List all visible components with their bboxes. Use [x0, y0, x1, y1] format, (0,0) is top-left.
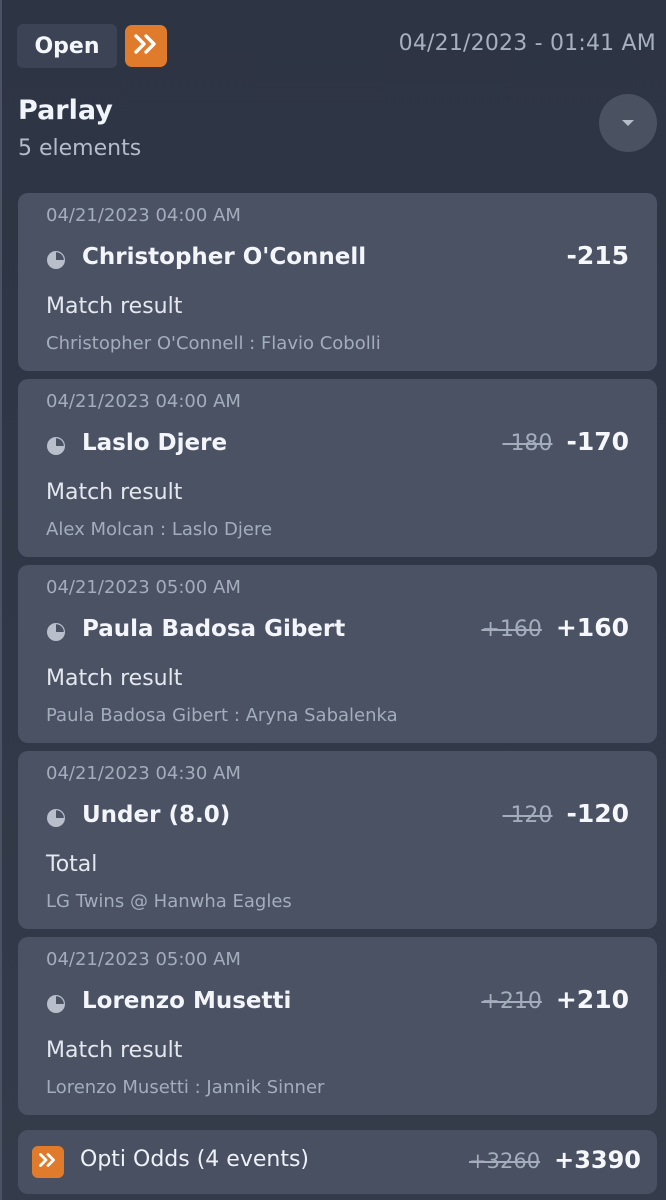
bet-market: Total — [46, 852, 98, 877]
clock-icon — [46, 808, 66, 828]
bet-time: 04/21/2023 05:00 AM — [46, 577, 241, 598]
bet-odds: -180 -170 — [503, 427, 630, 456]
collapse-button[interactable] — [599, 94, 657, 152]
double-chevron-right-icon — [133, 33, 159, 59]
clock-icon — [46, 622, 66, 642]
current-odds: -120 — [566, 799, 629, 828]
bet-card[interactable]: 04/21/2023 04:00 AM Laslo Djere -180 -17… — [18, 379, 657, 557]
bet-time: 04/21/2023 04:00 AM — [46, 391, 241, 412]
current-odds: +160 — [555, 613, 629, 642]
total-odds: +3260 +3390 — [469, 1146, 641, 1174]
bet-header: Open 04/21/2023 - 01:41 AM — [2, 0, 666, 92]
bet-slip-screen: Open 04/21/2023 - 01:41 AM Parlay 5 elem… — [0, 0, 666, 1200]
bet-market: Match result — [46, 666, 183, 691]
bet-time: 04/21/2023 04:30 AM — [46, 763, 241, 784]
bet-selection: Laslo Djere — [82, 430, 228, 456]
bet-time: 04/21/2023 05:00 AM — [46, 949, 241, 970]
bet-selection: Lorenzo Musetti — [82, 988, 292, 1014]
bet-card[interactable]: 04/21/2023 04:30 AM Under (8.0) -120 -12… — [18, 751, 657, 929]
bet-market: Match result — [46, 1038, 183, 1063]
bet-selection: Under (8.0) — [82, 802, 231, 828]
bet-odds: +210 +210 — [481, 985, 629, 1014]
boost-button[interactable] — [125, 25, 167, 67]
bet-selection: Paula Badosa Gibert — [82, 616, 346, 642]
previous-total-odds: +3260 — [469, 1149, 541, 1173]
parlay-title: Parlay — [18, 95, 113, 126]
bet-card[interactable]: 04/21/2023 05:00 AM Lorenzo Musetti +210… — [18, 937, 657, 1115]
bet-odds: -215 — [552, 241, 629, 270]
bet-event: Lorenzo Musetti : Jannik Sinner — [46, 1077, 325, 1098]
opti-odds-summary[interactable]: Opti Odds (4 events) +3260 +3390 — [18, 1130, 657, 1194]
previous-odds: +210 — [481, 989, 542, 1014]
bet-event: Paula Badosa Gibert : Aryna Sabalenka — [46, 705, 398, 726]
double-chevron-right-icon — [38, 1152, 58, 1172]
current-odds: -170 — [566, 427, 629, 456]
bet-market: Match result — [46, 480, 183, 505]
bet-card[interactable]: 04/21/2023 04:00 AM Christopher O'Connel… — [18, 193, 657, 371]
opti-odds-badge — [32, 1146, 64, 1178]
bet-event: Christopher O'Connell : Flavio Cobolli — [46, 333, 381, 354]
bet-odds: +160 +160 — [481, 613, 629, 642]
bet-time: 04/21/2023 04:00 AM — [46, 205, 241, 226]
clock-icon — [46, 994, 66, 1014]
current-odds: -215 — [566, 241, 629, 270]
previous-odds: +160 — [481, 617, 542, 642]
parlay-count: 5 elements — [18, 136, 142, 161]
current-total-odds: +3390 — [554, 1146, 641, 1174]
previous-odds: -120 — [502, 803, 553, 828]
previous-odds: -180 — [502, 431, 553, 456]
bet-event: Alex Molcan : Laslo Djere — [46, 519, 273, 540]
bet-odds: -120 -120 — [503, 799, 630, 828]
chevron-down-icon — [619, 114, 637, 133]
status-badge[interactable]: Open — [17, 24, 117, 68]
placed-date: 04/21/2023 - 01:41 AM — [398, 31, 656, 56]
current-odds: +210 — [555, 985, 629, 1014]
bet-selection: Christopher O'Connell — [82, 244, 367, 270]
clock-icon — [46, 436, 66, 456]
bet-market: Match result — [46, 294, 183, 319]
opti-odds-label: Opti Odds (4 events) — [80, 1147, 309, 1172]
bet-event: LG Twins @ Hanwha Eagles — [46, 891, 292, 912]
bet-card[interactable]: 04/21/2023 05:00 AM Paula Badosa Gibert … — [18, 565, 657, 743]
clock-icon — [46, 250, 66, 270]
